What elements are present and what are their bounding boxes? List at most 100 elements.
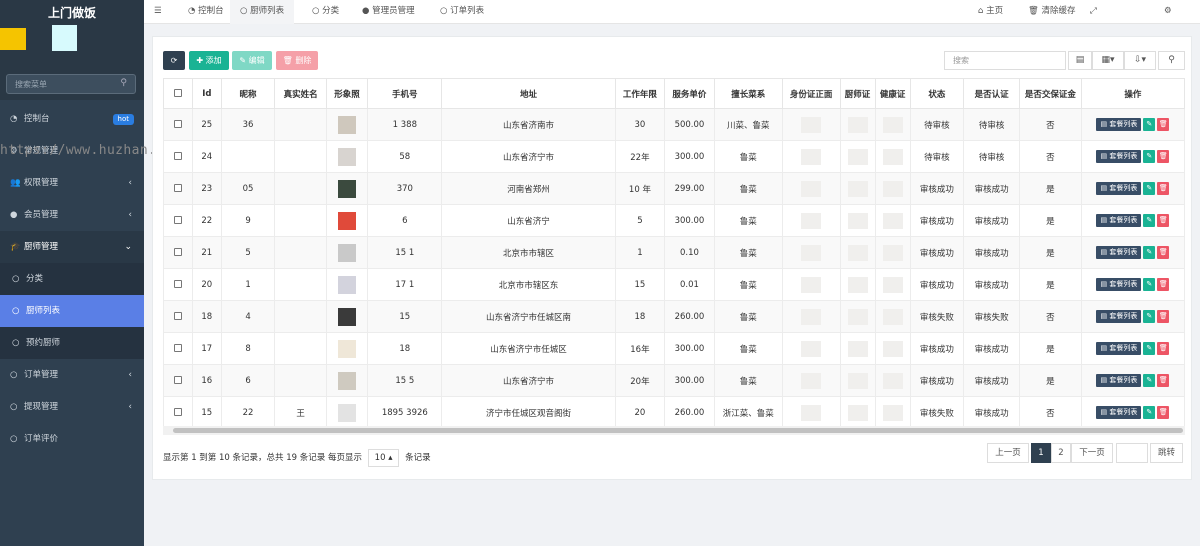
tab-dashboard[interactable]: ◔ 控制台 (182, 0, 230, 24)
refresh-button[interactable]: ⟳ (163, 51, 185, 70)
package-list-button[interactable]: ▤ 套餐列表 (1096, 182, 1142, 195)
edit-row-icon[interactable]: ✎ (1143, 150, 1156, 163)
sidebar-item-reviews[interactable]: ○ 订单评价 (0, 423, 144, 455)
package-list-button[interactable]: ▤ 套餐列表 (1096, 214, 1142, 227)
cell-ops[interactable]: ▤ 套餐列表 ✎ 🗑 (1080, 300, 1186, 333)
row-checkbox[interactable] (173, 216, 182, 224)
edit-row-icon[interactable]: ✎ (1143, 374, 1156, 387)
cell-cb[interactable] (163, 268, 193, 301)
delete-row-icon[interactable]: 🗑 (1157, 182, 1170, 195)
table-row[interactable]: 15 22 王 1895 3926 济宁市任城区观音阁街 20 260.00 浙江菜、鲁菜 审核… (163, 396, 1186, 429)
table-row[interactable]: 22 9 6 山东省济宁 5 300.00 鲁菜 审核成功 审核成功是 ▤ 套餐列表 ✎ 🗑 (163, 204, 1186, 237)
cell-ops[interactable]: ▤ 套餐列表 ✎ 🗑 (1080, 108, 1186, 141)
jump-button[interactable]: 跳转 (1150, 443, 1183, 463)
table-row[interactable]: 24 58 山东省济宁市 22年 300.00 鲁菜 待审核 待审核否 ▤ 套餐列表 ✎ 🗑 (163, 140, 1186, 173)
tab-admin-manage[interactable]: ● 管理员管理 (356, 0, 421, 24)
edit-row-icon[interactable]: ✎ (1143, 406, 1156, 419)
row-checkbox[interactable] (173, 248, 182, 256)
delete-row-icon[interactable]: 🗑 (1157, 342, 1170, 355)
sidebar-item-dashboard[interactable]: ◔ 控制台 hot (0, 103, 144, 135)
edit-row-icon[interactable]: ✎ (1143, 342, 1156, 355)
cell-ops[interactable]: ▤ 套餐列表 ✎ 🗑 (1080, 268, 1186, 301)
cell-cb[interactable] (163, 396, 193, 429)
cell-cb[interactable] (163, 108, 193, 141)
page-1-button[interactable]: 1 (1031, 443, 1051, 463)
cell-cb[interactable] (163, 172, 193, 205)
horizontal-scrollbar[interactable] (163, 426, 1185, 435)
checkbox[interactable] (173, 89, 182, 97)
table-search-input[interactable]: 搜索 (944, 51, 1066, 70)
package-list-button[interactable]: ▤ 套餐列表 (1096, 310, 1142, 323)
row-checkbox[interactable] (173, 376, 182, 384)
delete-row-icon[interactable]: 🗑 (1157, 278, 1170, 291)
row-checkbox[interactable] (173, 184, 182, 192)
cell-ops[interactable]: ▤ 套餐列表 ✎ 🗑 (1080, 396, 1186, 429)
header-id[interactable]: Id (191, 78, 222, 109)
add-button[interactable]: ✚ 添加 (189, 51, 229, 70)
prev-page-button[interactable]: 上一页 (987, 443, 1029, 463)
package-list-button[interactable]: ▤ 套餐列表 (1096, 118, 1142, 131)
delete-row-icon[interactable]: 🗑 (1157, 214, 1170, 227)
sidebar-item-members[interactable]: ● 会员管理 ‹ (0, 199, 144, 231)
delete-button[interactable]: 🗑 删除 (276, 51, 318, 70)
columns-icon[interactable]: ▦▾ (1092, 51, 1124, 70)
cell-cb[interactable] (163, 364, 193, 397)
table-row[interactable]: 25 36 1 388 山东省济南市 30 500.00 川菜、鲁菜 待审核 待审核否 ▤ 套餐列… (163, 108, 1186, 141)
cell-ops[interactable]: ▤ 套餐列表 ✎ 🗑 (1080, 204, 1186, 237)
table-row[interactable]: 21 5 15 1 北京市市辖区 1 0.10 鲁菜 审核成功 审核成功是 ▤ 套餐列表 ✎ 🗑 (163, 236, 1186, 269)
sidebar-item-book-chef[interactable]: ○ 预约厨师 (0, 327, 144, 359)
delete-row-icon[interactable]: 🗑 (1157, 374, 1170, 387)
table-row[interactable]: 17 8 18 山东省济宁市任城区 16年 300.00 鲁菜 审核成功 审核成功是 ▤ 套餐列表… (163, 332, 1186, 365)
cell-cb[interactable] (163, 236, 193, 269)
cell-cb[interactable] (163, 332, 193, 365)
page-2-button[interactable]: 2 (1051, 443, 1071, 463)
fullscreen-icon[interactable]: ⤢ (1090, 0, 1097, 24)
select-all-checkbox[interactable] (163, 78, 193, 109)
advanced-search-icon[interactable]: ⚲ (1158, 51, 1185, 70)
menu-toggle-icon[interactable]: ☰ (154, 0, 162, 24)
sidebar-item-chef-list[interactable]: ○ 厨师列表 (0, 295, 144, 327)
row-checkbox[interactable] (173, 280, 182, 288)
table-row[interactable]: 20 1 17 1 北京市市辖区东 15 0.01 鲁菜 审核成功 审核成功是 ▤ 套餐列表 ✎ 🗑 (163, 268, 1186, 301)
package-list-button[interactable]: ▤ 套餐列表 (1096, 406, 1142, 419)
sidebar-item-permissions[interactable]: 👥 权限管理 ‹ (0, 167, 144, 199)
delete-row-icon[interactable]: 🗑 (1157, 246, 1170, 259)
row-checkbox[interactable] (173, 408, 182, 416)
tab-order-list[interactable]: ○ 订单列表 (434, 0, 490, 24)
row-checkbox[interactable] (173, 312, 182, 320)
cell-cb[interactable] (163, 140, 193, 173)
sidebar-item-withdraw[interactable]: ○ 提现管理 ‹ (0, 391, 144, 423)
delete-row-icon[interactable]: 🗑 (1157, 150, 1170, 163)
sidebar-item-category[interactable]: ○ 分类 (0, 263, 144, 295)
jump-page-input[interactable] (1116, 443, 1148, 463)
clear-cache-button[interactable]: 🗑 清除缓存 (1028, 0, 1076, 24)
table-row[interactable]: 18 4 15 山东省济宁市任城区南 18 260.00 鲁菜 审核失败 审核失败否 ▤ 套餐列表… (163, 300, 1186, 333)
row-checkbox[interactable] (173, 120, 182, 128)
delete-row-icon[interactable]: 🗑 (1157, 118, 1170, 131)
cell-cb[interactable] (163, 300, 193, 333)
row-checkbox[interactable] (173, 152, 182, 160)
toggle-view-icon[interactable]: ▤ (1068, 51, 1092, 70)
package-list-button[interactable]: ▤ 套餐列表 (1096, 246, 1142, 259)
settings-icon[interactable]: ⚙ (1164, 0, 1172, 24)
delete-row-icon[interactable]: 🗑 (1157, 310, 1170, 323)
next-page-button[interactable]: 下一页 (1071, 443, 1113, 463)
package-list-button[interactable]: ▤ 套餐列表 (1096, 150, 1142, 163)
table-row[interactable]: 16 6 15 5 山东省济宁市 20年 300.00 鲁菜 审核成功 审核成功是 ▤ 套餐列表 ✎… (163, 364, 1186, 397)
row-checkbox[interactable] (173, 344, 182, 352)
export-icon[interactable]: ⇩▾ (1124, 51, 1156, 70)
edit-row-icon[interactable]: ✎ (1143, 118, 1156, 131)
edit-row-icon[interactable]: ✎ (1143, 310, 1156, 323)
home-link[interactable]: ⌂ 主页 (978, 0, 1003, 24)
cell-ops[interactable]: ▤ 套餐列表 ✎ 🗑 (1080, 140, 1186, 173)
table-row[interactable]: 23 05 370 河南省郑州 10 年 299.00 鲁菜 审核成功 审核成功是 ▤ 套餐列表 ✎… (163, 172, 1186, 205)
cell-ops[interactable]: ▤ 套餐列表 ✎ 🗑 (1080, 172, 1186, 205)
scrollbar-thumb[interactable] (173, 428, 1183, 433)
package-list-button[interactable]: ▤ 套餐列表 (1096, 374, 1142, 387)
package-list-button[interactable]: ▤ 套餐列表 (1096, 342, 1142, 355)
edit-button[interactable]: ✎ 编辑 (232, 51, 272, 70)
tab-chef-list[interactable]: ○ 厨师列表 (230, 0, 295, 24)
sidebar-item-chefs[interactable]: 🎓 厨师管理 ⌄ (0, 231, 144, 263)
edit-row-icon[interactable]: ✎ (1143, 278, 1156, 291)
cell-ops[interactable]: ▤ 套餐列表 ✎ 🗑 (1080, 364, 1186, 397)
